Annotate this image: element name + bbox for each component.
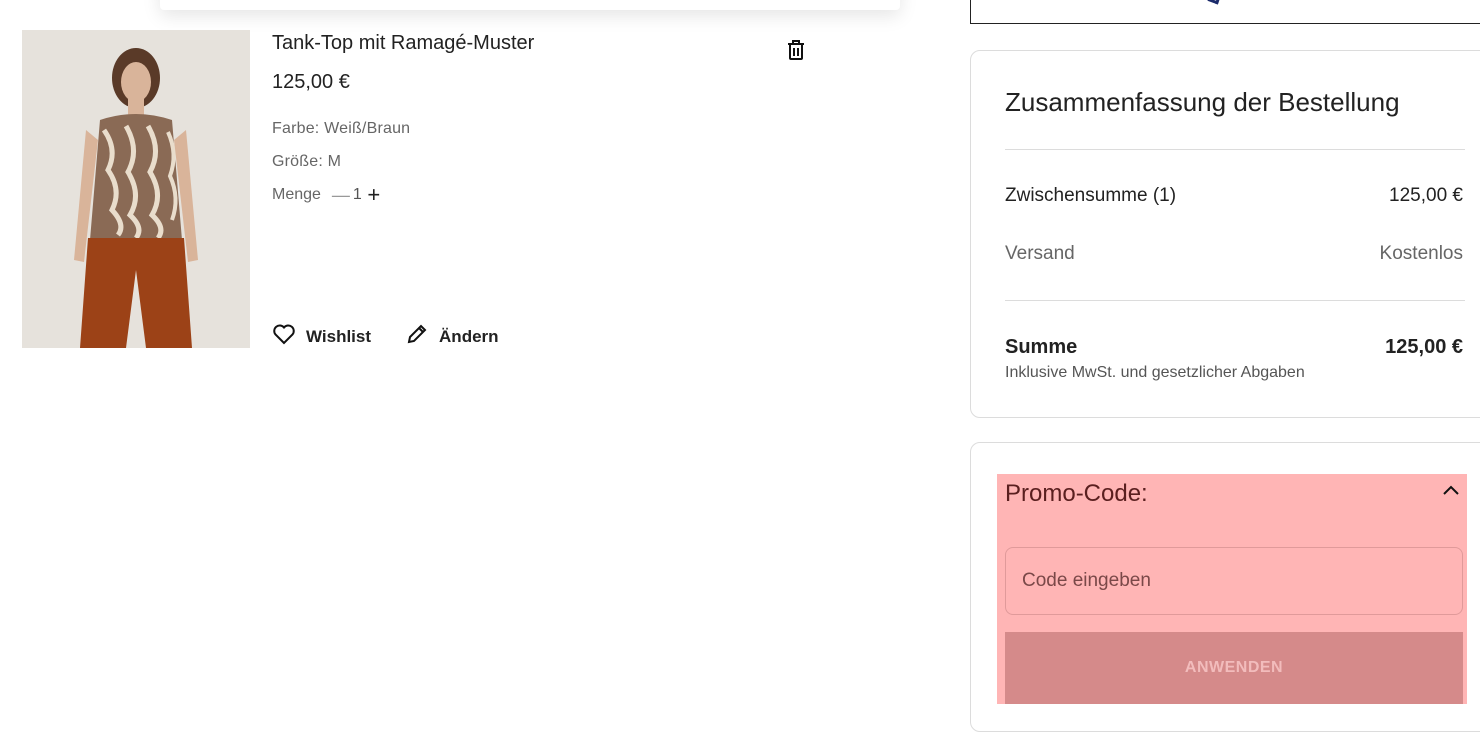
order-summary-card: Zusammenfassung der Bestellung Zwischens… [970, 50, 1480, 418]
product-size: Größe: M [272, 153, 342, 170]
pencil-icon [405, 322, 439, 351]
divider [1005, 300, 1465, 301]
apply-promo-button[interactable]: ANWENDEN [1005, 632, 1463, 704]
order-summary-title: Zusammenfassung der Bestellung [1005, 87, 1400, 117]
total-value: 125,00 € [1385, 336, 1463, 358]
wishlist-label: Wishlist [306, 326, 372, 346]
subtotal-value: 125,00 € [1389, 185, 1463, 206]
product-color: Farbe: Weiß/Braun [272, 120, 411, 137]
button-text-fragment [1207, 0, 1222, 5]
checkout-button-partial[interactable] [970, 0, 1480, 24]
shipping-label: Versand [1005, 243, 1075, 264]
header-shadow-panel [160, 0, 900, 10]
promo-code-input[interactable] [1005, 547, 1463, 615]
subtotal-label: Zwischensumme (1) [1005, 185, 1177, 206]
shipping-value: Kostenlos [1379, 243, 1463, 264]
product-title[interactable]: Tank-Top mit Ramagé-Muster [272, 32, 534, 55]
wishlist-button[interactable]: Wishlist [272, 323, 371, 350]
edit-button[interactable]: Ändern [405, 322, 499, 351]
quantity-decrease-button[interactable]: — [332, 185, 350, 205]
quantity-stepper: Menge — 1 + [272, 182, 382, 207]
edit-label: Ändern [439, 326, 499, 346]
item-actions: Wishlist Ändern [272, 322, 533, 351]
total-label: Summe [1005, 336, 1078, 358]
quantity-label: Menge [272, 186, 321, 203]
heart-icon [272, 323, 306, 350]
trash-icon[interactable] [784, 38, 808, 62]
chevron-up-icon[interactable] [1441, 483, 1461, 502]
quantity-increase-button[interactable]: + [366, 182, 382, 207]
quantity-value: 1 [352, 186, 362, 203]
product-image[interactable] [22, 30, 250, 348]
total-tax-note: Inklusive MwSt. und gesetzlicher Abgaben [1005, 364, 1305, 381]
promo-code-card: Promo-Code: ANWENDEN [970, 442, 1480, 732]
promo-code-title[interactable]: Promo-Code: [1005, 480, 1148, 508]
divider [1005, 149, 1465, 150]
product-price: 125,00 € [272, 71, 350, 93]
